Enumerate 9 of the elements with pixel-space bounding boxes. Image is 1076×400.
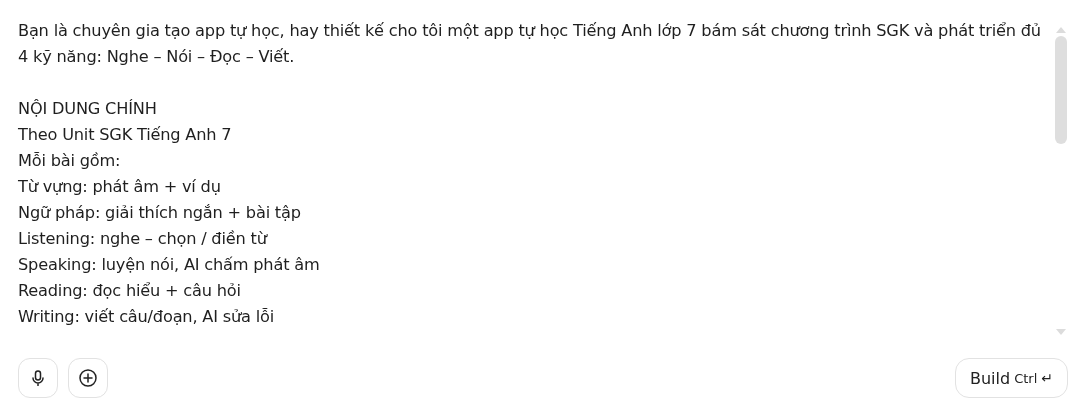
plus-circle-icon <box>79 369 97 387</box>
prompt-text[interactable]: Bạn là chuyên gia tạo app tự học, hay thiết kế cho tôi một app tự học Tiếng Anh lớp 7 bám sát chương trình SGK và phát triển đủ 4 kỹ năng: Nghe – Nói – Đọc – Viết. NỘI DUNG CHÍNH Theo Unit SGK Tiếng Anh 7 Mỗi bài gồm: Từ vựng: phát âm + ví dụ Ngữ pháp: giải thích ngắn + bài tập Listening: nghe – chọn / điền từ Speaking: luyện nói, AI chấm phát âm Reading: đọc hiểu + câu hỏi Writing: viết câu/đoạn, AI sửa lỗi <box>18 18 1050 336</box>
build-button[interactable]: Build Ctrl ↵ <box>954 358 1068 398</box>
add-button[interactable] <box>68 358 108 398</box>
microphone-icon <box>30 370 46 386</box>
scroll-up-icon[interactable] <box>1055 26 1067 34</box>
scroll-thumb[interactable] <box>1055 36 1067 144</box>
scroll-down-icon[interactable] <box>1055 328 1067 336</box>
microphone-button[interactable] <box>18 358 58 398</box>
